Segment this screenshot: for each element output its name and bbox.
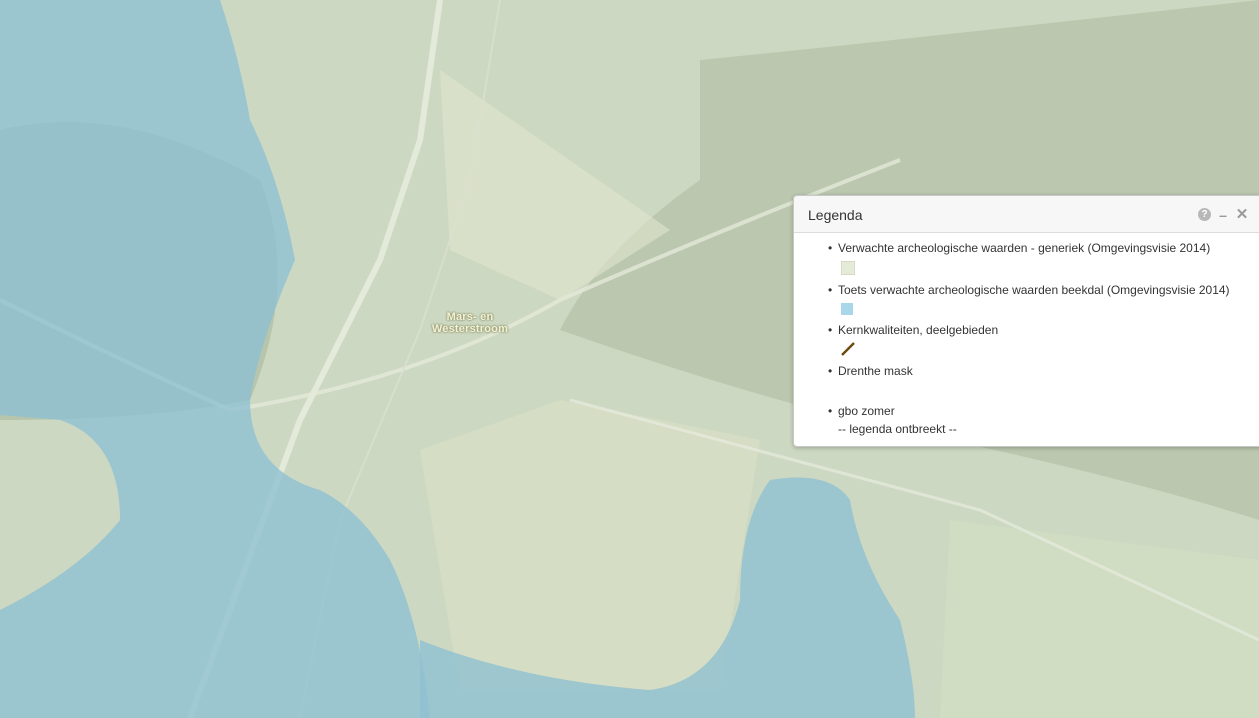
- close-icon[interactable]: ✕: [1235, 207, 1249, 222]
- legend-swatch-generiek: [841, 261, 855, 275]
- legend-missing-note: -- legenda ontbreekt --: [838, 422, 957, 436]
- legend-item-gbo-zomer: gbo zomer -- legenda ontbreekt --: [828, 404, 1259, 437]
- legend-list: Verwachte archeologische waarden - gener…: [794, 233, 1259, 437]
- legend-item-label: Verwachte archeologische waarden - gener…: [838, 241, 1211, 255]
- legend-item-drenthe-mask: Drenthe mask: [828, 364, 1259, 396]
- minimize-icon[interactable]: –: [1216, 208, 1230, 222]
- place-label: Mars- en Westerstroom: [428, 311, 512, 335]
- legend-swatch-line: [841, 342, 855, 356]
- legend-item-beekdal: Toets verwachte archeologische waarden b…: [828, 283, 1259, 315]
- legend-swatch-empty: [838, 384, 1259, 396]
- legend-item-label: gbo zomer: [838, 404, 895, 418]
- help-icon[interactable]: ?: [1198, 208, 1211, 222]
- legend-item-generiek: Verwachte archeologische waarden - gener…: [828, 241, 1259, 275]
- legend-header[interactable]: Legenda ? – ✕: [794, 196, 1259, 233]
- place-label-line2: Westerstroom: [431, 323, 509, 335]
- legend-item-label: Kernkwaliteiten, deelgebieden: [838, 323, 999, 337]
- legend-toolbar: ? – ✕: [1198, 206, 1254, 224]
- legend-panel: Legenda ?–✕ Verwachte archeologische waa…: [793, 195, 1259, 447]
- legend-item-kernkwaliteiten: Kernkwaliteiten, deelgebieden: [828, 323, 1259, 356]
- legend-item-label: Drenthe mask: [838, 364, 913, 378]
- place-label-line1: Mars- en: [446, 311, 494, 323]
- legend-swatch-beekdal: [841, 303, 853, 315]
- legend-item-label: Toets verwachte archeologische waarden b…: [838, 283, 1230, 297]
- legend-title: Legenda: [808, 207, 863, 223]
